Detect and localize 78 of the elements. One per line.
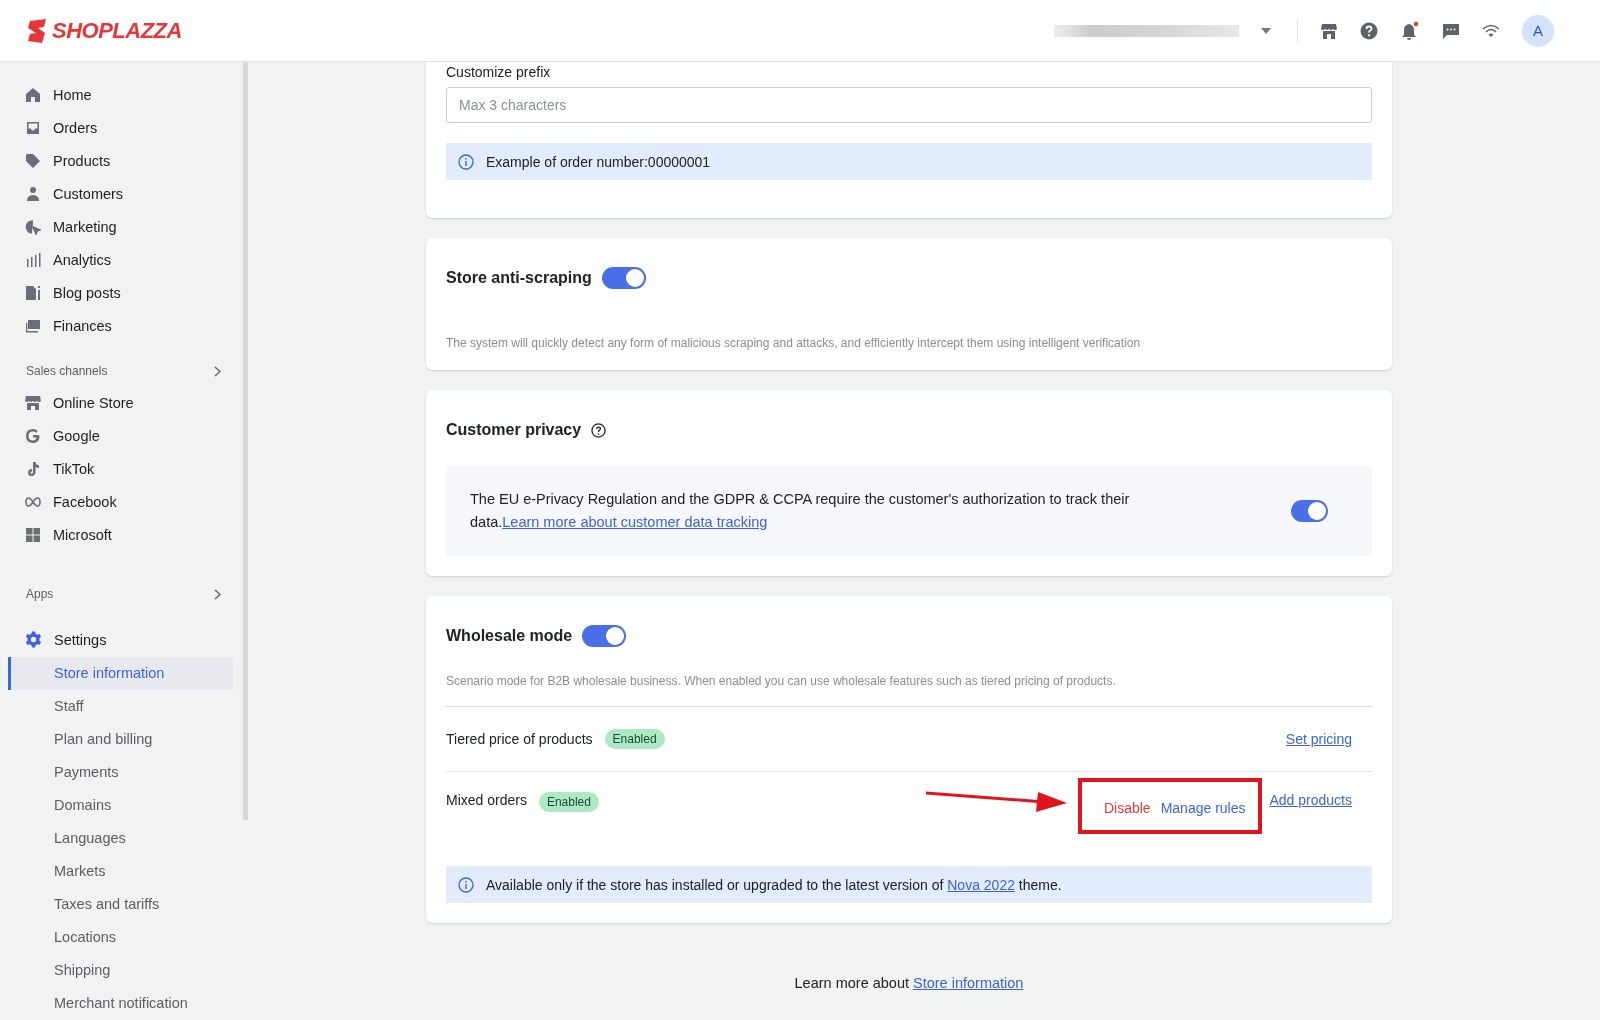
card-title: Store anti-scraping (446, 269, 592, 287)
toggle-switch[interactable] (601, 267, 646, 289)
money-icon (25, 317, 41, 334)
action-link[interactable]: Manage rules (1160, 800, 1246, 816)
sidebar-item[interactable]: Blog posts (8, 276, 243, 309)
settings-subitem[interactable]: Store information (8, 657, 233, 690)
info-text: Example of order number:00000001 (486, 153, 711, 170)
sidebar-item[interactable]: Home (8, 78, 243, 111)
logo-icon (26, 18, 48, 43)
google-icon (25, 427, 41, 444)
sidebar-item[interactable]: Products (8, 144, 243, 177)
toggle-switch[interactable] (582, 625, 627, 647)
wifi-icon[interactable] (1482, 23, 1500, 38)
learn-more-link[interactable]: Learn more about customer data tracking (502, 514, 768, 530)
settings-subitem[interactable]: Payments (8, 756, 233, 789)
sidebar-item[interactable]: Microsoft (8, 518, 243, 551)
avatar[interactable]: A (1522, 14, 1554, 47)
inbox-icon (25, 119, 41, 136)
settings-subitem[interactable]: Languages (8, 822, 233, 855)
sidebar-item[interactable]: Online Store (8, 386, 243, 419)
theme-link[interactable]: Nova 2022 (947, 876, 1015, 893)
section-heading[interactable]: Sales channels (8, 356, 243, 386)
settings-subitem[interactable]: Merchant notification (8, 987, 233, 1020)
home-icon (25, 86, 41, 103)
toggle-switch[interactable] (1291, 500, 1328, 522)
status-badge: Enabled (604, 729, 665, 749)
card-title: Customer privacy (446, 421, 582, 439)
card-title: Wholesale mode (446, 627, 573, 645)
windows-icon (25, 526, 41, 543)
chevron-right-icon (214, 588, 221, 600)
blog-icon (25, 284, 41, 301)
chat-icon[interactable] (1442, 21, 1460, 40)
info-icon (458, 153, 474, 170)
sidebar-item[interactable]: Facebook (8, 485, 243, 518)
sidebar-item[interactable]: Google (8, 419, 243, 452)
person-icon (25, 185, 41, 202)
bars-icon (25, 251, 41, 268)
card-description: The system will quickly detect any form of malicious scraping and attacks, and efficiently intercept them using intelligent verification (446, 336, 1142, 350)
sidebar-item[interactable]: Analytics (8, 243, 243, 276)
sidebar-item[interactable]: Customers (8, 177, 243, 210)
card-description: Scenario mode for B2B wholesale business. When enabled you can use wholesale features such as tiered pricing of products. (446, 674, 1372, 707)
settings-subitem[interactable]: Taxes and tariffs (8, 888, 233, 921)
note-icon (25, 460, 41, 477)
settings-subitem[interactable]: Domains (8, 789, 233, 822)
store-icon (25, 394, 41, 411)
settings-subitem[interactable]: Staff (8, 690, 233, 723)
action-link[interactable]: Disable (1103, 800, 1151, 816)
settings-subitem[interactable]: Locations (8, 921, 233, 954)
dropdown-caret-icon[interactable] (1261, 27, 1271, 34)
logo-text: SHOPLAZZA (52, 17, 182, 44)
help-icon[interactable] (1360, 21, 1378, 40)
settings-subitem[interactable]: Markets (8, 855, 233, 888)
privacy-text: The EU e-Privacy Regulation and the GDPR & CCPA require the customer's authorization to track their data.Learn more about customer data tracking (470, 490, 1131, 532)
info-icon (458, 876, 474, 893)
feature-name: Mixed orders (446, 792, 527, 808)
prefix-input-field[interactable]: Max 3 characters (446, 87, 1372, 123)
sidebar-item[interactable]: Marketing (8, 210, 243, 243)
settings-subitem[interactable]: Shipping (8, 954, 233, 987)
settings-icon (25, 631, 42, 648)
feature-name: Tiered price of products (446, 731, 593, 747)
help-icon[interactable] (591, 422, 607, 438)
sidebar-item[interactable]: Settings (8, 623, 243, 656)
sidebar-item[interactable]: Finances (8, 309, 243, 342)
tag-icon (25, 152, 41, 169)
action-link[interactable]: Add products (1269, 792, 1352, 808)
sidebar-item[interactable]: TikTok (8, 452, 243, 485)
settings-subitem[interactable]: Plan and billing (8, 723, 233, 756)
action-link[interactable]: Set pricing (1285, 731, 1352, 747)
sidebar-item[interactable]: Orders (8, 111, 243, 144)
status-badge: Enabled (538, 792, 599, 812)
section-heading[interactable]: Apps (8, 579, 243, 609)
footer-text: Learn more about (794, 975, 909, 991)
store-information-link[interactable]: Store information (913, 975, 1024, 991)
notification-bell-icon[interactable] (1400, 20, 1420, 41)
chevron-right-icon (214, 365, 221, 377)
info-text: Available only if the store has installed or upgraded to the latest version of Nova 2022 theme. (486, 876, 1062, 893)
field-label: Customize prefix (446, 64, 552, 80)
storefront-icon[interactable] (1320, 21, 1338, 40)
